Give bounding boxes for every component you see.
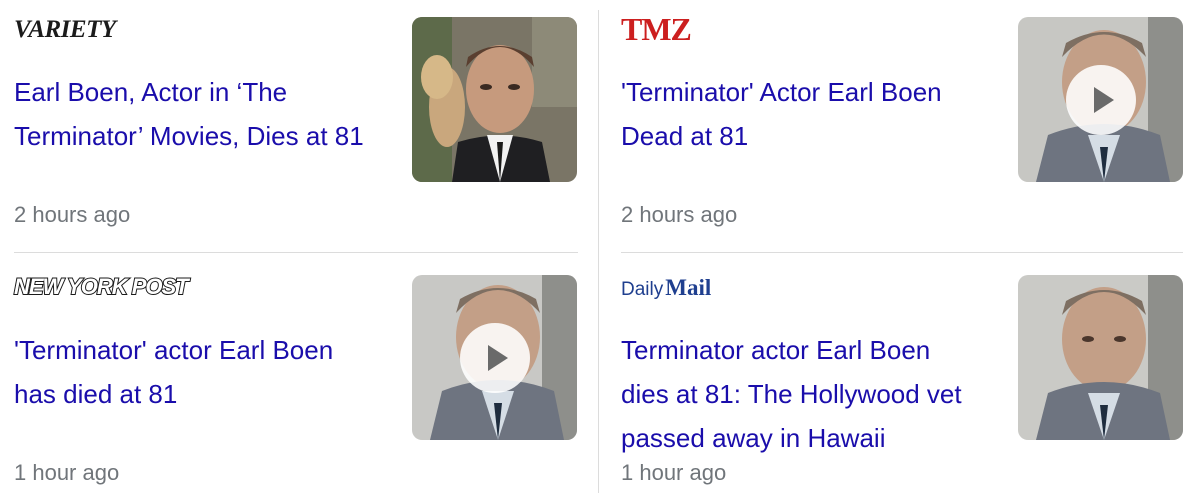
thumbnail-image[interactable] <box>412 17 577 182</box>
headline-link[interactable]: 'Terminator' Actor Earl Boen Dead at 81 <box>621 70 981 158</box>
headline-link[interactable]: Earl Boen, Actor in ‘The Terminator’ Mov… <box>14 70 374 158</box>
column-divider <box>598 10 599 493</box>
headline-link[interactable]: 'Terminator' actor Earl Boen has died at… <box>14 328 374 416</box>
timestamp: 2 hours ago <box>14 202 131 227</box>
source-logo-tmz: TMZ <box>621 11 692 47</box>
timestamp: 2 hours ago <box>621 202 738 227</box>
thumbnail-image[interactable] <box>1018 275 1183 440</box>
news-card-tmz[interactable]: TMZ 'Terminator' Actor Earl Boen Dead at… <box>621 12 1185 240</box>
play-icon[interactable] <box>460 323 530 393</box>
news-card-new-york-post[interactable]: NEW YORK POST 'Terminator' actor Earl Bo… <box>13 270 578 498</box>
headline-link[interactable]: Terminator actor Earl Boen dies at 81: T… <box>621 328 981 460</box>
timestamp: 1 hour ago <box>621 460 727 485</box>
news-card-daily-mail[interactable]: Daily Mail Terminator actor Earl Boen di… <box>621 270 1185 498</box>
timestamp: 1 hour ago <box>14 460 120 485</box>
row-divider-left <box>14 252 578 253</box>
source-logo-variety: VARIETY <box>14 15 116 43</box>
source-logo-new-york-post: NEW YORK POST <box>13 274 190 299</box>
row-divider-right <box>621 252 1183 253</box>
source-logo-daily-mail: Daily Mail <box>621 274 712 300</box>
news-results-grid: VARIETY Earl Boen, Actor in ‘The Termina… <box>0 0 1200 503</box>
news-card-variety[interactable]: VARIETY Earl Boen, Actor in ‘The Termina… <box>14 12 578 240</box>
video-thumbnail[interactable] <box>1018 17 1183 182</box>
play-icon[interactable] <box>1066 65 1136 135</box>
video-thumbnail[interactable] <box>412 275 577 440</box>
